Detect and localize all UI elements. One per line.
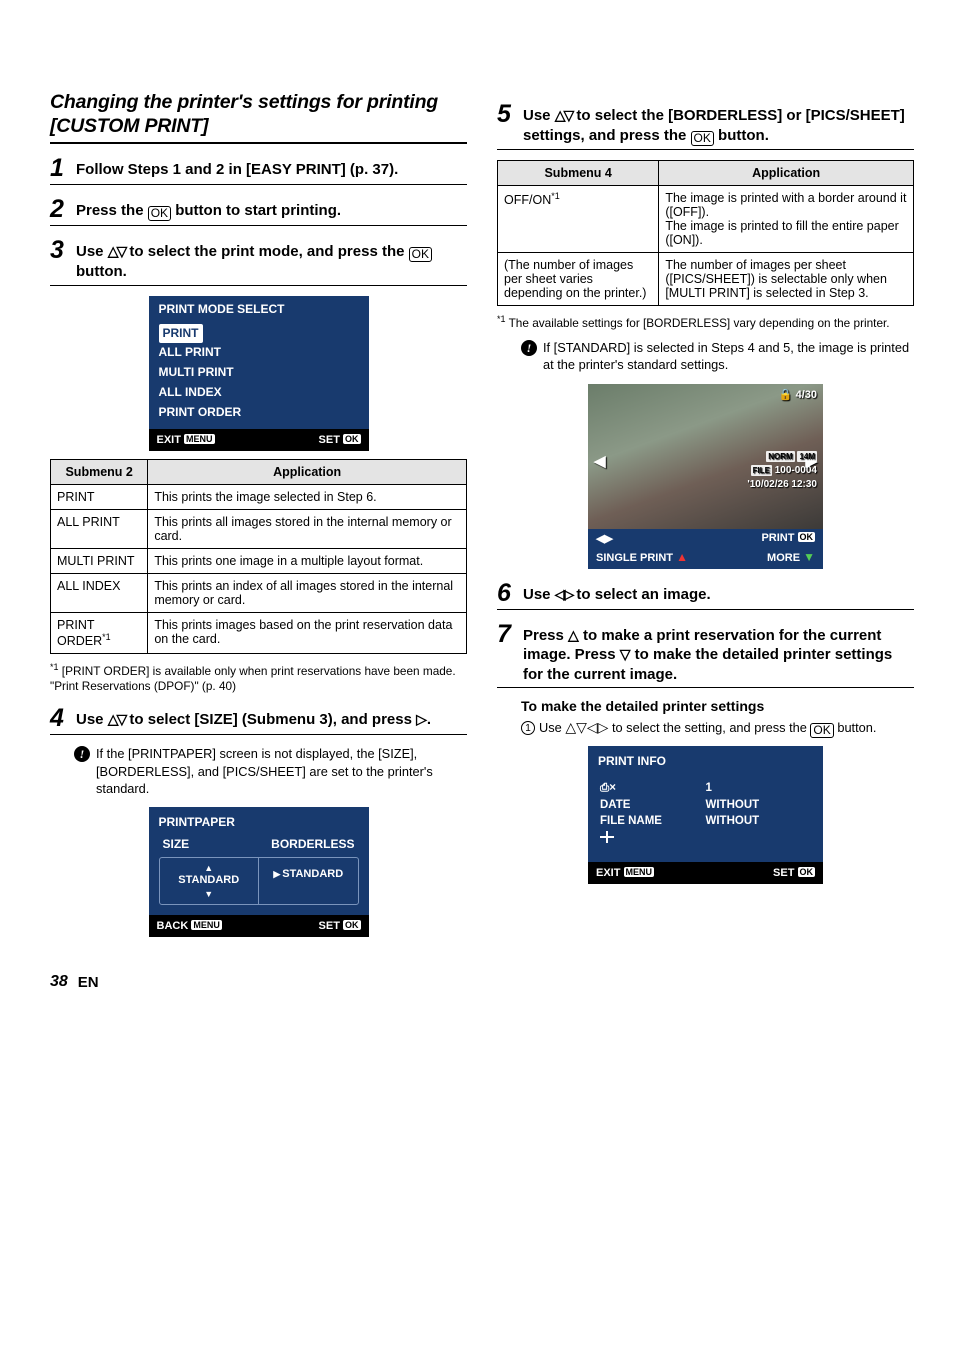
print-copies-icon: ⎙× [600, 782, 706, 795]
ok-badge: OK [343, 434, 361, 444]
up-down-icon: △▽ [108, 244, 126, 258]
table-header: Application [148, 459, 467, 484]
table-row: (The number of images per sheet varies d… [498, 252, 914, 305]
menu-badge: MENU [184, 434, 215, 444]
lcd-footer: EXIT MENU SET OK [149, 429, 369, 451]
step-1-text: Follow Steps 1 and 2 in [EASY PRINT] (p.… [76, 156, 398, 180]
right-icon: ▷ [416, 712, 427, 726]
lcd-row: SIZE BORDERLESS [149, 835, 369, 853]
table-row: PRINT This prints the image selected in … [51, 484, 467, 509]
lcd-title: PRINTPAPER [149, 807, 369, 835]
step-7-text: Press △ to make a print reservation for … [523, 622, 914, 685]
lcd-print-mode-select: PRINT MODE SELECT PRINT ALL PRINT MULTI … [149, 296, 369, 451]
step-4-text: Use △▽ to select [SIZE] (Submenu 3), and… [76, 706, 431, 730]
footnote-2: *1 The available settings for [BORDERLES… [497, 314, 914, 331]
lcd-info-grid: ⎙×1 DATEWITHOUT FILE NAMEWITHOUT [588, 774, 823, 862]
up-down-icon: △▽ [555, 108, 573, 122]
table-row: MULTI PRINT This prints one image in a m… [51, 548, 467, 573]
step-4: 4 Use △▽ to select [SIZE] (Submenu 3), a… [50, 706, 467, 735]
step-number-1: 1 [50, 156, 68, 181]
note-step5: ! If [STANDARD] is selected in Steps 4 a… [521, 339, 914, 374]
page-lang: EN [78, 974, 99, 991]
ok-icon: OK [148, 206, 171, 221]
step-5-text: Use △▽ to select the [BORDERLESS] or [PI… [523, 102, 914, 146]
all-arrows-icon: △▽◁▷ [565, 720, 608, 734]
up-triangle-icon: ▲ [676, 550, 688, 564]
step-1: 1 Follow Steps 1 and 2 in [EASY PRINT] (… [50, 156, 467, 185]
left-right-icon: ◁▷ [555, 587, 573, 601]
lcd-footer: BACK MENU SET OK [149, 915, 369, 937]
step-6-text: Use ◁▷ to select an image. [523, 581, 711, 605]
step-number-3: 3 [50, 238, 68, 263]
lcd-item-selected: PRINT [159, 324, 203, 344]
lcd-item: MULTI PRINT [159, 365, 234, 379]
footnote-1: *1 [PRINT ORDER] is available only when … [50, 662, 467, 695]
table-row: PRINT ORDER*1 This prints images based o… [51, 612, 467, 653]
ok-badge: OK [798, 867, 816, 877]
sub-heading-detail: To make the detailed printer settings [521, 698, 914, 714]
step-2-text: Press the OK button to start printing. [76, 197, 341, 221]
lcd-footer: EXIT MENU SET OK [588, 862, 823, 884]
photo-footer: ◀▶ PRINT OK [588, 529, 823, 550]
ok-badge: OK [798, 532, 816, 542]
step-number-4: 4 [50, 706, 68, 731]
step-number-5: 5 [497, 102, 515, 127]
lcd-title: PRINT MODE SELECT [149, 296, 369, 320]
table-header: Submenu 4 [498, 160, 659, 185]
page-number: 38 [50, 973, 68, 991]
substep-1: 1Use △▽◁▷ to select the setting, and pre… [521, 719, 914, 738]
menu-badge: MENU [191, 920, 222, 930]
step-2: 2 Press the OK button to start printing. [50, 197, 467, 226]
photo-image: 🔒 4/30 ◀▶ NORM 14M FILE 100-0004 '10/02/… [588, 384, 823, 529]
table-header: Application [659, 160, 914, 185]
lcd-print-info: PRINT INFO ⎙×1 DATEWITHOUT FILE NAMEWITH… [588, 746, 823, 884]
note-step4: ! If the [PRINTPAPER] screen is not disp… [74, 745, 467, 797]
lcd-body: PRINT ALL PRINT MULTI PRINT ALL INDEX PR… [149, 320, 369, 429]
lcd-value-box: ▲STANDARD▼ ▶STANDARD [159, 857, 359, 905]
lcd-item: ALL PRINT [159, 345, 221, 359]
circled-1-icon: 1 [521, 721, 535, 735]
lcd-title: PRINT INFO [588, 746, 823, 774]
step-6: 6 Use ◁▷ to select an image. [497, 581, 914, 610]
table-header: Submenu 2 [51, 459, 148, 484]
ok-icon: OK [691, 131, 714, 146]
step-number-2: 2 [50, 197, 68, 222]
submenu2-table: Submenu 2 Application PRINT This prints … [50, 459, 467, 654]
step-5: 5 Use △▽ to select the [BORDERLESS] or [… [497, 102, 914, 150]
photo-counter: 🔒 4/30 [779, 388, 817, 401]
page-footer: 38 EN [50, 973, 914, 991]
lcd-item: ALL INDEX [159, 385, 222, 399]
up-down-icon: △▽ [108, 712, 126, 726]
photo-footer-2: SINGLE PRINT ▲ MORE ▼ [588, 550, 823, 569]
step-3-text: Use △▽ to select the print mode, and pre… [76, 238, 467, 282]
step-number-7: 7 [497, 622, 515, 647]
alert-icon: ! [74, 746, 90, 762]
step-7: 7 Press △ to make a print reservation fo… [497, 622, 914, 689]
table-row: ALL INDEX This prints an index of all im… [51, 573, 467, 612]
crop-icon [600, 831, 614, 843]
photo-preview-panel: 🔒 4/30 ◀▶ NORM 14M FILE 100-0004 '10/02/… [588, 384, 823, 569]
submenu4-table: Submenu 4 Application OFF/ON*1 The image… [497, 160, 914, 306]
photo-meta: NORM 14M FILE 100-0004 '10/02/26 12:30 [747, 450, 817, 492]
step-number-6: 6 [497, 581, 515, 606]
alert-icon: ! [521, 340, 537, 356]
up-icon: △ [568, 628, 579, 642]
table-row: OFF/ON*1 The image is printed with a bor… [498, 185, 914, 252]
down-icon: ▽ [620, 647, 631, 661]
down-triangle-icon: ▼ [803, 550, 815, 564]
section-title: Changing the printer's settings for prin… [50, 90, 467, 144]
step-3: 3 Use △▽ to select the print mode, and p… [50, 238, 467, 286]
ok-icon: OK [810, 723, 833, 738]
ok-icon: OK [409, 247, 432, 262]
menu-badge: MENU [624, 867, 655, 877]
lcd-item: PRINT ORDER [159, 405, 242, 419]
lr-nav-icon: ◀▶ [596, 532, 613, 545]
lcd-printpaper: PRINTPAPER SIZE BORDERLESS ▲STANDARD▼ ▶S… [149, 807, 369, 937]
table-row: ALL PRINT This prints all images stored … [51, 509, 467, 548]
ok-badge: OK [343, 920, 361, 930]
